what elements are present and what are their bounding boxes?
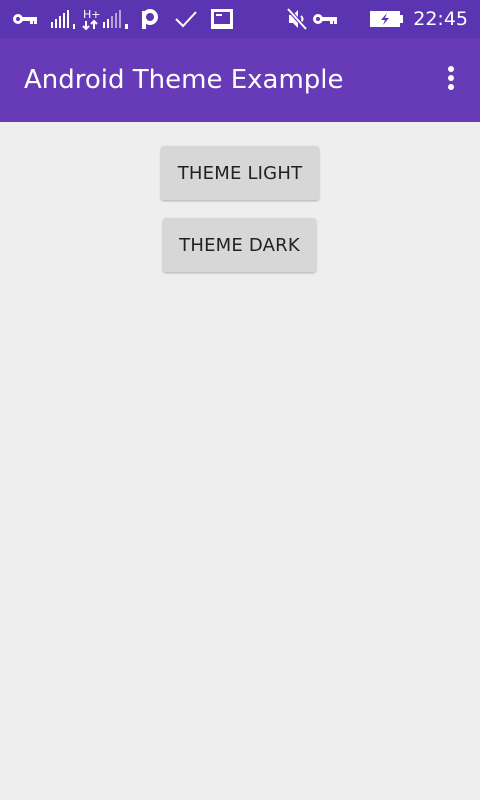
check-icon bbox=[174, 0, 198, 38]
app-bar: Android Theme Example bbox=[0, 38, 480, 122]
theme-light-button[interactable]: THEME LIGHT bbox=[161, 146, 319, 200]
hplus-data-icon: H+ bbox=[82, 0, 102, 38]
mute-icon bbox=[286, 0, 308, 38]
status-bar: H+ 22:45 bbox=[0, 0, 480, 38]
theme-dark-button[interactable]: THEME DARK bbox=[163, 218, 316, 272]
screen-icon bbox=[210, 0, 234, 38]
overflow-menu-icon[interactable] bbox=[446, 66, 456, 94]
svg-text:H+: H+ bbox=[83, 8, 101, 21]
signal-sim1-icon bbox=[50, 0, 76, 38]
p-app-icon bbox=[140, 0, 160, 38]
vpn-key-icon bbox=[312, 0, 338, 38]
status-time: 22:45 bbox=[413, 8, 468, 30]
app-title: Android Theme Example bbox=[24, 65, 344, 95]
battery-charging-icon bbox=[370, 0, 404, 38]
signal-sim2-icon bbox=[102, 0, 130, 38]
vpn-key-icon bbox=[12, 0, 38, 38]
